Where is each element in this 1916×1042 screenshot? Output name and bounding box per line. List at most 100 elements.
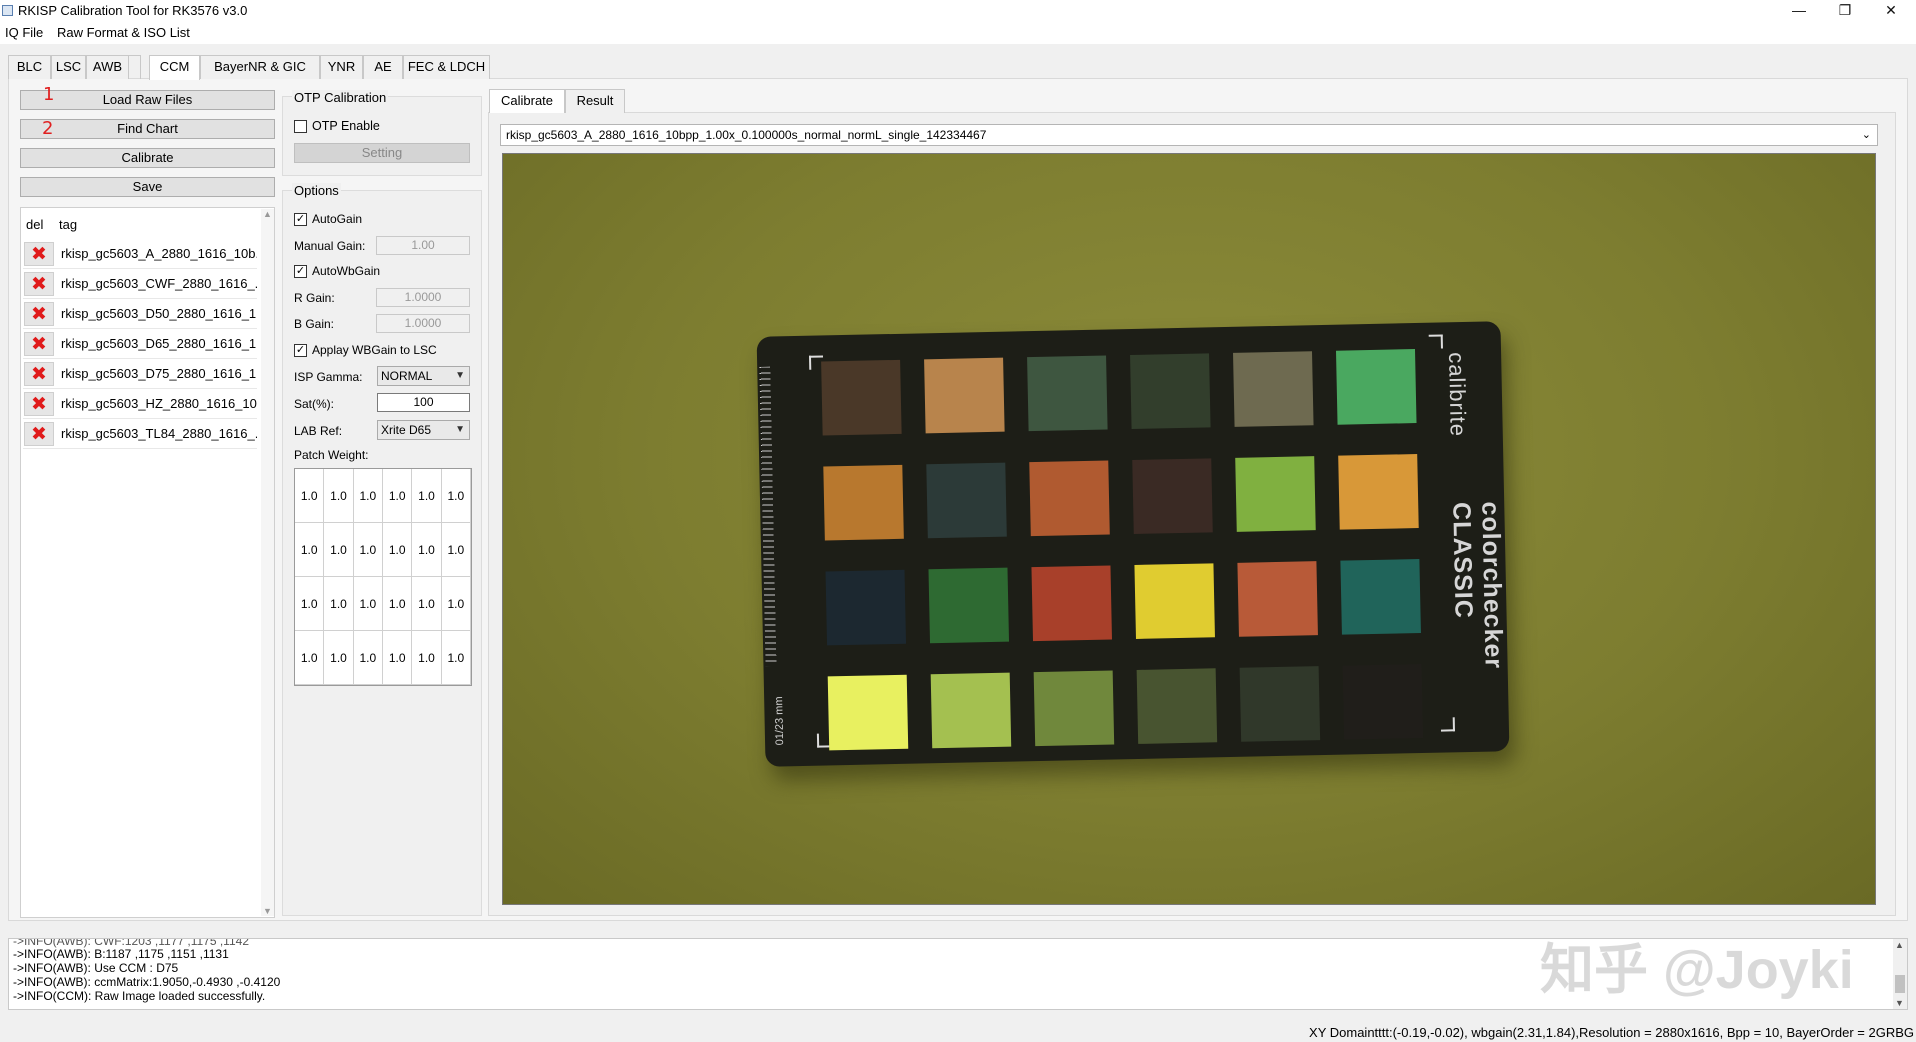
autogain-checkbox[interactable]: ✓ [294,213,307,226]
patch-weight-cell[interactable]: 1.0 [441,523,471,577]
otp-enable-checkbox[interactable] [294,120,307,133]
subtab-calibrate[interactable]: Calibrate [489,89,565,113]
list-item[interactable]: ✖ rkisp_gc5603_HZ_2880_1616_10... [23,390,257,419]
log-line: ->INFO(AWB): B:1187 ,1175 ,1151 ,1131 [13,947,229,961]
patch-weight-cell[interactable]: 1.0 [412,577,442,631]
color-patch [924,357,1005,434]
patch-weight-cell[interactable]: 1.0 [383,577,413,631]
apply-wbgain-lsc-checkbox[interactable]: ✓ [294,344,307,357]
otp-group-title: OTP Calibration [292,90,389,105]
patch-weight-cell[interactable]: 1.0 [383,523,413,577]
color-patch [821,359,902,436]
delete-icon[interactable]: ✖ [24,362,54,386]
patch-weight-cell[interactable]: 1.0 [353,523,383,577]
isp-gamma-value: NORMAL [381,369,433,383]
menu-raw-format[interactable]: Raw Format & ISO List [57,25,190,40]
manual-gain-field[interactable]: 1.00 [376,236,470,255]
delete-icon[interactable]: ✖ [24,242,54,266]
r-gain-field[interactable]: 1.0000 [376,288,470,307]
list-item[interactable]: ✖ rkisp_gc5603_D75_2880_1616_1... [23,360,257,389]
list-scrollbar[interactable]: ▲ ▼ [261,209,274,916]
tab-bayernr-gic[interactable]: BayerNR & GIC [200,55,320,79]
watermark: 知乎 @Joyki [1540,940,1854,1000]
tab-lsc[interactable]: LSC [51,55,86,79]
tab-ynr[interactable]: YNR [320,55,363,79]
b-gain-field[interactable]: 1.0000 [376,314,470,333]
scroll-down-icon[interactable]: ▼ [263,906,272,916]
patch-weight-cell[interactable]: 1.0 [295,631,325,685]
color-patch [1029,460,1110,537]
color-patch [1239,666,1321,742]
load-raw-files-button[interactable]: Load Raw Files [20,90,275,110]
color-patch [823,464,904,541]
chart-corner-mark [1428,334,1443,349]
chart-date-text: 01/23 mm [773,696,787,746]
tab-ccm[interactable]: CCM [149,55,200,80]
annotation-marker-1: 1 [43,84,55,105]
close-button[interactable]: ✕ [1868,0,1914,22]
patch-weight-cell[interactable]: 1.0 [324,631,354,685]
patch-weight-cell[interactable]: 1.0 [441,577,471,631]
sat-field[interactable]: 100 [377,393,470,412]
delete-icon[interactable]: ✖ [24,392,54,416]
delete-icon[interactable]: ✖ [24,302,54,326]
color-patch [825,569,907,646]
isp-gamma-select[interactable]: NORMAL ▼ [377,366,470,386]
raw-image-view[interactable]: calibrite colorchecker CLASSIC 01/23 mm … [502,153,1876,905]
apply-wbgain-lsc-label: Applay WBGain to LSC [312,343,437,357]
chevron-down-icon: ⌄ [1861,129,1871,141]
tab-awb[interactable]: AWB [86,55,129,79]
delete-icon[interactable]: ✖ [24,422,54,446]
tab-fec-ldch[interactable]: FEC & LDCH [403,55,490,79]
patch-weight-cell[interactable]: 1.0 [295,523,325,577]
lab-ref-select[interactable]: Xrite D65 ▼ [377,420,470,440]
list-item[interactable]: ✖ rkisp_gc5603_CWF_2880_1616_... [23,270,257,299]
scroll-up-icon[interactable]: ▲ [1895,940,1904,950]
delete-icon[interactable]: ✖ [24,272,54,296]
list-item[interactable]: ✖ rkisp_gc5603_A_2880_1616_10b... [23,240,257,269]
patch-weight-cell[interactable]: 1.0 [324,523,354,577]
scroll-down-icon[interactable]: ▼ [1895,998,1904,1008]
patch-weight-cell[interactable]: 1.0 [383,469,413,523]
list-item[interactable]: ✖ rkisp_gc5603_TL84_2880_1616_... [23,420,257,449]
save-button[interactable]: Save [20,177,275,197]
patch-weight-cell[interactable]: 1.0 [441,469,471,523]
patch-weight-cell[interactable]: 1.0 [412,523,442,577]
calibrate-button[interactable]: Calibrate [20,148,275,168]
autowbgain-checkbox[interactable]: ✓ [294,265,307,278]
chevron-down-icon: ▼ [455,424,465,435]
list-item[interactable]: ✖ rkisp_gc5603_D50_2880_1616_1... [23,300,257,329]
color-patch [1132,458,1213,534]
scroll-up-icon[interactable]: ▲ [263,209,272,219]
restore-button[interactable]: ❐ [1822,0,1868,22]
patch-weight-cell[interactable]: 1.0 [353,631,383,685]
color-patch [1033,670,1115,747]
otp-setting-button[interactable]: Setting [294,143,470,163]
color-patch [1235,456,1316,532]
patch-weight-cell[interactable]: 1.0 [412,631,442,685]
tab-blc[interactable]: BLC [8,55,51,79]
patch-weight-cell[interactable]: 1.0 [353,469,383,523]
color-patch [1233,351,1314,427]
raw-image-select[interactable]: rkisp_gc5603_A_2880_1616_10bpp_1.00x_0.1… [500,124,1878,146]
color-patch [928,567,1010,644]
patch-weight-cell[interactable]: 1.0 [324,577,354,631]
patch-weight-cell[interactable]: 1.0 [324,469,354,523]
patch-weight-cell[interactable]: 1.0 [383,631,413,685]
patch-weight-cell[interactable]: 1.0 [441,631,471,685]
subtab-result[interactable]: Result [565,89,625,113]
list-item[interactable]: ✖ rkisp_gc5603_D65_2880_1616_1... [23,330,257,359]
patch-weight-cell[interactable]: 1.0 [295,469,325,523]
minimize-button[interactable]: — [1776,0,1822,22]
patch-weight-cell[interactable]: 1.0 [412,469,442,523]
scroll-thumb[interactable] [1895,975,1905,993]
log-scrollbar[interactable]: ▲ ▼ [1893,939,1907,1009]
find-chart-button[interactable]: Find Chart [20,119,275,139]
color-patch [1031,565,1112,642]
menu-iq-file[interactable]: IQ File [5,25,43,40]
delete-icon[interactable]: ✖ [24,332,54,356]
patch-weight-cell[interactable]: 1.0 [353,577,383,631]
tab-ae[interactable]: AE [363,55,403,79]
patch-weight-cell[interactable]: 1.0 [295,577,325,631]
color-patch [1130,353,1211,430]
